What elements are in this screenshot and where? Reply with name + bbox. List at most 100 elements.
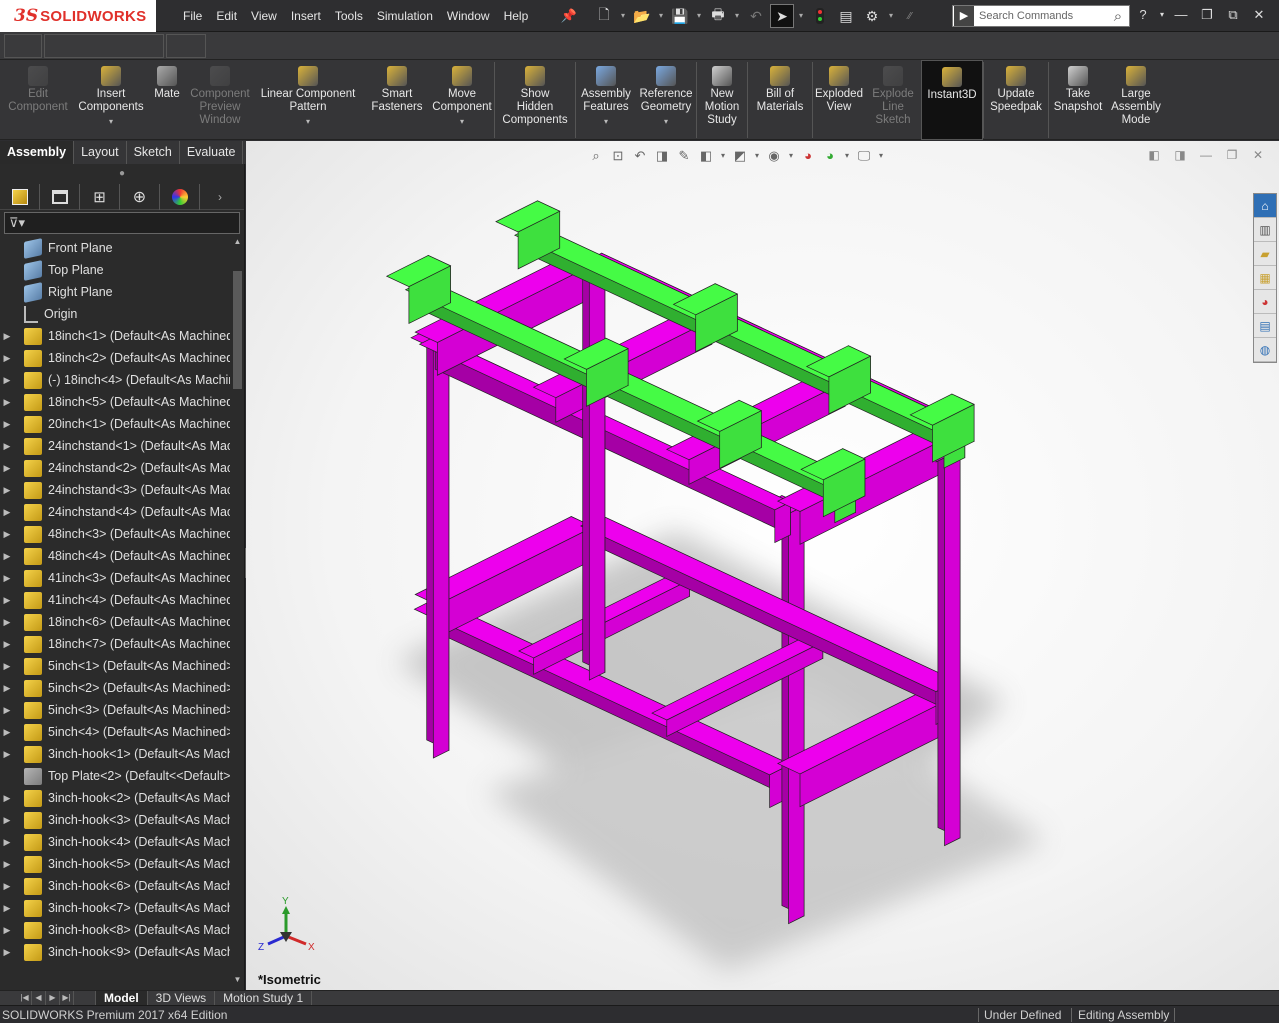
print-icon[interactable]: 🖶 [706,4,730,28]
tree-node[interactable]: ▶ 5inch<1> (Default<As Machined> [0,655,230,677]
print-dropdown[interactable]: ▾ [732,4,742,28]
motion-study-button[interactable]: New Motion Study [697,60,747,140]
last-tab-icon[interactable]: ▶| [60,991,74,1005]
design-library-icon[interactable]: ▥ [1254,218,1276,242]
pin-icon[interactable]: 📌 [560,7,578,25]
viewport-restore-icon[interactable]: ❐ [1225,148,1239,162]
tree-node[interactable]: ▶ 24inchstand<2> (Default<As Machined> [0,457,230,479]
scroll-up-icon[interactable]: ▲ [231,237,244,249]
bottom-tab-3d-views[interactable]: 3D Views [148,991,216,1005]
new-document-icon[interactable]: 🗋 [592,4,616,28]
tree-node[interactable]: ▶ 48inch<4> (Default<As Machined> [0,545,230,567]
menu-item-edit[interactable]: Edit [209,4,244,28]
tree-filter[interactable]: ⊽▾ [0,210,244,236]
menu-item-simulation[interactable]: Simulation [370,4,440,28]
feature-manager-tab-icon[interactable] [0,184,40,210]
expand-arrow-icon[interactable]: ▶ [0,463,14,474]
menu-item-help[interactable]: Help [497,4,536,28]
reference-geometry-button[interactable]: Reference Geometry ▾ [636,60,696,140]
expand-arrow-icon[interactable]: ▶ [0,507,14,518]
chevron-down-icon[interactable]: ▾ [109,115,113,128]
snapshot-button[interactable]: Take Snapshot [1049,60,1107,140]
bom-button[interactable]: Bill of Materials [748,60,812,140]
options-dropdown[interactable]: ▾ [886,4,896,28]
edit-appearance-icon[interactable]: ◕ [798,145,818,167]
expand-arrow-icon[interactable]: ▶ [0,375,14,386]
large-assembly-button[interactable]: Large Assembly Mode [1107,60,1165,140]
linear-pattern-button[interactable]: Linear Component Pattern ▾ [252,60,364,140]
configuration-manager-tab-icon[interactable]: ⊞ [80,184,120,210]
section-view-icon[interactable]: ◨ [652,145,672,167]
options-icon[interactable]: ⚙ [860,4,884,28]
save-dropdown[interactable]: ▾ [694,4,704,28]
viewport-minimize-icon[interactable]: — [1199,148,1213,162]
close-icon[interactable]: ✕ [1247,4,1271,26]
expand-arrow-icon[interactable]: ▶ [0,331,14,342]
tab-layout[interactable]: Layout [74,141,127,164]
help-button[interactable]: ? [1131,4,1155,26]
search-input[interactable]: Search Commands [976,10,1107,22]
tree-node[interactable]: Top Plate<2> (Default<<Default> [0,765,230,787]
file-properties-icon[interactable]: ▤ [834,4,858,28]
mate-button[interactable]: Mate [146,60,188,140]
open-document-icon[interactable]: 📂 [630,4,654,28]
new-dropdown[interactable]: ▾ [618,4,628,28]
expand-arrow-icon[interactable]: ▶ [0,661,14,672]
tile-icon[interactable]: ⧉ [1221,4,1245,26]
expand-arrow-icon[interactable]: ▶ [0,441,14,452]
expand-arrow-icon[interactable]: ▶ [0,397,14,408]
open-dropdown[interactable]: ▾ [656,4,666,28]
insert-components-button[interactable]: Insert Components ▾ [76,60,146,140]
file-explorer-icon[interactable]: ▰ [1254,242,1276,266]
tree-node[interactable]: ▶ 3inch-hook<4> (Default<As Machined> [0,831,230,853]
smart-fasteners-button[interactable]: Smart Fasteners [364,60,430,140]
menu-item-file[interactable]: File [176,4,209,28]
view-settings-icon[interactable]: 🖵 [854,145,874,167]
view-orientation-icon[interactable]: ◧ [696,145,716,167]
tab-assembly[interactable]: Assembly [0,141,75,164]
view-settings-dropdown[interactable]: ▾ [876,145,886,167]
tree-node[interactable]: ▶ 24inchstand<1> (Default<As Machined> [0,435,230,457]
assembly-model[interactable]: Y Z X [246,141,1279,990]
expand-arrow-icon[interactable]: ▶ [0,529,14,540]
expand-arrow-icon[interactable]: ▶ [0,903,14,914]
tab-evaluate[interactable]: Evaluate [180,141,244,164]
dynamic-annotation-icon[interactable]: ✎ [674,145,694,167]
solidworks-forum-icon[interactable]: ◍ [1254,338,1276,362]
expand-arrow-icon[interactable]: ▶ [0,683,14,694]
save-icon[interactable]: 💾 [668,4,692,28]
tree-node[interactable]: Top Plane [0,259,230,281]
select-icon[interactable]: ➤ [770,4,794,28]
expand-arrow-icon[interactable]: ▶ [0,595,14,606]
menu-item-tools[interactable]: Tools [328,4,370,28]
expand-arrow-icon[interactable]: ▶ [0,947,14,958]
zoom-to-area-icon[interactable]: ⊡ [608,145,628,167]
tree-node[interactable]: ▶ (-) 18inch<4> (Default<As Machined> [0,369,230,391]
search-icon[interactable]: ⌕ [1107,8,1129,25]
tree-node[interactable]: ▶ 3inch-hook<9> (Default<As Machined> [0,941,230,963]
appearances-icon[interactable]: ◕ [1254,290,1276,314]
search-commands[interactable]: ▶ Search Commands ⌕ [952,5,1130,27]
custom-properties-icon[interactable]: ▤ [1254,314,1276,338]
expand-arrow-icon[interactable]: ▶ [0,617,14,628]
minimize-icon[interactable]: — [1169,4,1193,26]
solidworks-logo[interactable]: 3S SOLIDWORKS [0,0,156,32]
tree-node[interactable]: ▶ 24inchstand<4> (Default<As Machined> [0,501,230,523]
apply-scene-icon[interactable]: ◕ [820,145,840,167]
tree-node[interactable]: ▶ 3inch-hook<2> (Default<As Machined> [0,787,230,809]
panel-grip[interactable]: ● [0,164,244,184]
menu-item-insert[interactable]: Insert [284,4,328,28]
expand-toolbar-icon[interactable]: ⁄⁄ [898,4,922,28]
zoom-to-fit-icon[interactable]: ⌕ [586,145,606,167]
expand-arrow-icon[interactable]: ▶ [0,705,14,716]
tree-node[interactable]: ▶ 5inch<2> (Default<As Machined> [0,677,230,699]
expand-arrow-icon[interactable]: ▶ [0,837,14,848]
expand-arrow-icon[interactable]: ▶ [0,793,14,804]
exploded-view-button[interactable]: Exploded View [813,60,865,140]
expand-arrow-icon[interactable]: ▶ [0,485,14,496]
next-tab-icon[interactable]: ▶ [46,991,60,1005]
expand-arrow-icon[interactable]: ▶ [0,727,14,738]
rebuild-icon[interactable] [808,4,832,28]
expand-panel-icon[interactable]: › [200,184,240,210]
viewport-close-icon[interactable]: ✕ [1251,148,1265,162]
